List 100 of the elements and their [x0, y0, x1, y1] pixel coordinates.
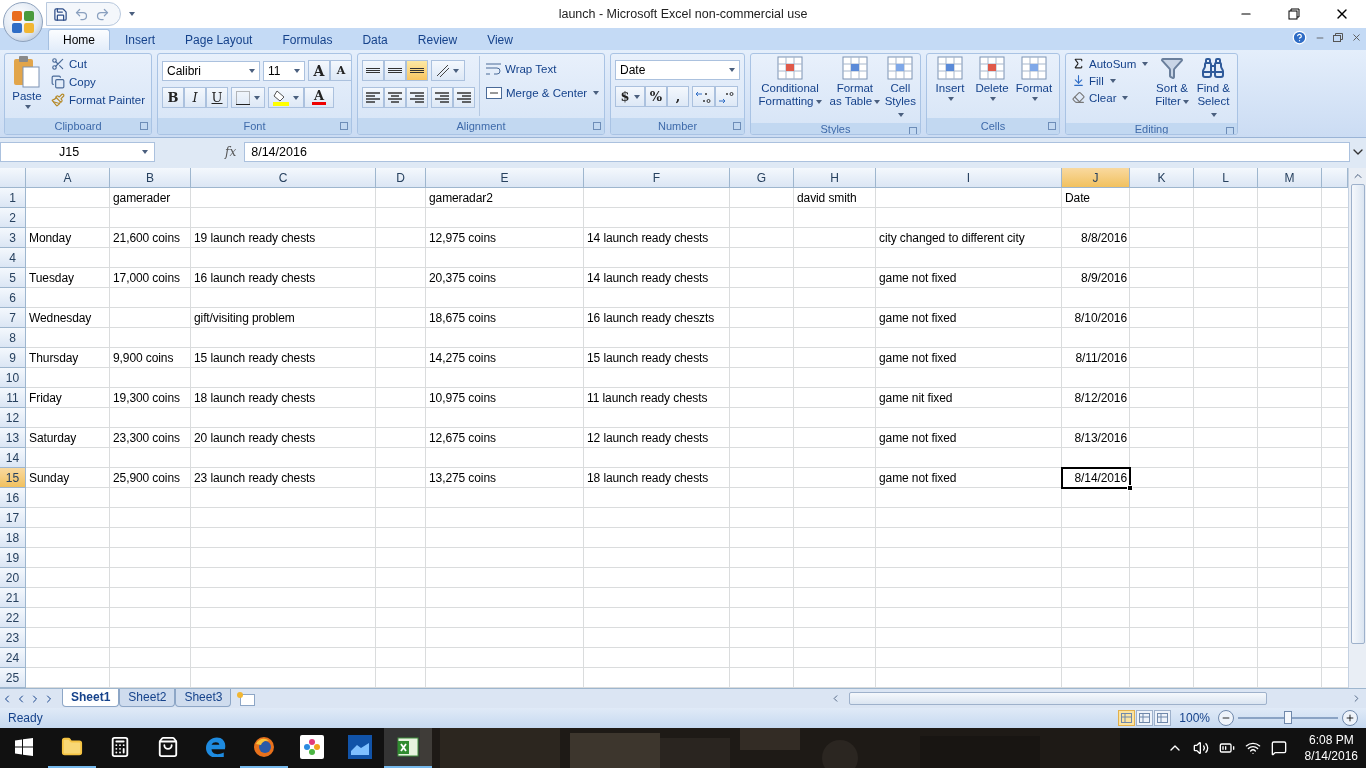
- table-cell[interactable]: 8/8/2016: [1062, 228, 1130, 248]
- bottom-align-button[interactable]: [406, 60, 428, 81]
- comma-button[interactable]: ,: [667, 86, 689, 107]
- bold-button[interactable]: B: [162, 87, 184, 108]
- increase-decimal-button[interactable]: [692, 86, 715, 107]
- zoom-in-button[interactable]: [1342, 710, 1358, 726]
- table-cell[interactable]: gameradar2: [426, 188, 584, 208]
- italic-button[interactable]: I: [184, 87, 206, 108]
- cells-button[interactable]: Insert: [931, 56, 969, 116]
- table-cell[interactable]: 12 launch ready chests: [584, 428, 730, 448]
- decrease-decimal-button[interactable]: [715, 86, 738, 107]
- page-break-view-button[interactable]: [1154, 710, 1172, 726]
- column-header[interactable]: F: [584, 168, 730, 188]
- table-cell[interactable]: 14 launch ready chests: [584, 268, 730, 288]
- row-header[interactable]: 9: [0, 348, 26, 368]
- column-header[interactable]: L: [1194, 168, 1258, 188]
- percent-button[interactable]: %: [645, 86, 667, 107]
- table-cell[interactable]: 25,900 coins: [110, 468, 191, 488]
- format-painter-button[interactable]: Format Painter: [48, 92, 147, 108]
- shrink-font-button[interactable]: A: [330, 60, 351, 81]
- column-header[interactable]: H: [794, 168, 876, 188]
- wrap-text-button[interactable]: Wrap Text: [484, 62, 602, 76]
- row-header[interactable]: 8: [0, 328, 26, 348]
- column-header[interactable]: D: [376, 168, 426, 188]
- paste-button[interactable]: Paste: [9, 56, 45, 116]
- table-cell[interactable]: 14,275 coins: [426, 348, 584, 368]
- table-cell[interactable]: game not fixed: [876, 348, 1062, 368]
- notifications-icon[interactable]: [1270, 740, 1287, 756]
- row-header[interactable]: 22: [0, 608, 26, 628]
- row-header[interactable]: 21: [0, 588, 26, 608]
- table-cell[interactable]: gift/visiting problem: [191, 308, 376, 328]
- table-cell[interactable]: game not fixed: [876, 428, 1062, 448]
- column-header[interactable]: M: [1258, 168, 1322, 188]
- save-icon[interactable]: [53, 6, 68, 22]
- borders-button[interactable]: [231, 87, 265, 108]
- number-format-field[interactable]: Date: [615, 60, 740, 80]
- ribbon-tab[interactable]: Data: [347, 29, 403, 50]
- table-cell[interactable]: Sunday: [26, 468, 110, 488]
- row-header[interactable]: 17: [0, 508, 26, 528]
- table-cell[interactable]: 18 launch ready chests: [191, 388, 376, 408]
- row-header[interactable]: 16: [0, 488, 26, 508]
- copy-button[interactable]: Copy: [48, 74, 147, 90]
- insert-function-label[interactable]: fx: [225, 145, 237, 159]
- align-left-button[interactable]: [362, 87, 384, 108]
- fill-button[interactable]: Fill: [1070, 73, 1151, 88]
- sheet-tab[interactable]: Sheet1: [62, 688, 120, 707]
- row-header[interactable]: 19: [0, 548, 26, 568]
- font-size-field[interactable]: 11: [263, 60, 305, 81]
- office-button[interactable]: [3, 2, 43, 42]
- top-align-button[interactable]: [362, 60, 384, 81]
- font-color-button[interactable]: A: [304, 87, 334, 108]
- middle-align-button[interactable]: [384, 60, 406, 81]
- table-cell[interactable]: game not fixed: [876, 308, 1062, 328]
- fill-color-button[interactable]: [268, 87, 304, 108]
- table-cell[interactable]: Thursday: [26, 348, 110, 368]
- ribbon-tab[interactable]: View: [472, 29, 528, 50]
- table-cell[interactable]: Saturday: [26, 428, 110, 448]
- align-right-button[interactable]: [406, 87, 428, 108]
- table-cell[interactable]: 8/12/2016: [1062, 388, 1130, 408]
- ribbon-tab[interactable]: Formulas: [267, 29, 348, 50]
- table-cell[interactable]: 9,900 coins: [110, 348, 191, 368]
- table-cell[interactable]: 8/11/2016: [1062, 348, 1130, 368]
- sheet-tab[interactable]: Sheet3: [175, 688, 232, 707]
- normal-view-button[interactable]: [1118, 710, 1136, 726]
- find-select-button[interactable]: Find & Select: [1193, 56, 1233, 121]
- cells-button[interactable]: Delete: [973, 56, 1011, 116]
- table-cell[interactable]: 12,975 coins: [426, 228, 584, 248]
- ribbon-tab[interactable]: Insert: [110, 29, 171, 50]
- table-cell[interactable]: Date: [1062, 188, 1130, 208]
- table-cell[interactable]: Wednesday: [26, 308, 110, 328]
- increase-indent-button[interactable]: [453, 87, 475, 108]
- table-cell[interactable]: game nit fixed: [876, 388, 1062, 408]
- table-cell[interactable]: david smith: [794, 188, 876, 208]
- battery-icon[interactable]: [1218, 740, 1235, 756]
- row-header[interactable]: 3: [0, 228, 26, 248]
- vertical-scrollbar[interactable]: [1348, 168, 1366, 688]
- table-cell[interactable]: 8/10/2016: [1062, 308, 1130, 328]
- row-header[interactable]: 15: [0, 468, 26, 488]
- table-cell[interactable]: 18 launch ready chests: [584, 468, 730, 488]
- table-cell[interactable]: 13,275 coins: [426, 468, 584, 488]
- ribbon-tab[interactable]: Review: [402, 29, 473, 50]
- grow-font-button[interactable]: A: [308, 60, 330, 81]
- restore-icon[interactable]: [1333, 33, 1343, 42]
- cut-button[interactable]: Cut: [48, 56, 147, 72]
- merge-center-button[interactable]: Merge & Center: [484, 86, 602, 100]
- clock[interactable]: 6:08 PM 8/14/2016: [1304, 732, 1358, 764]
- table-cell[interactable]: 21,600 coins: [110, 228, 191, 248]
- zoom-slider-thumb[interactable]: [1284, 711, 1292, 724]
- column-header[interactable]: B: [110, 168, 191, 188]
- table-cell[interactable]: 8/13/2016: [1062, 428, 1130, 448]
- table-cell[interactable]: 23 launch ready chests: [191, 468, 376, 488]
- ribbon-tab[interactable]: Home: [48, 29, 110, 50]
- sheet-tab[interactable]: Sheet2: [119, 688, 176, 707]
- row-header[interactable]: 25: [0, 668, 26, 688]
- currency-button[interactable]: $: [615, 86, 645, 107]
- table-cell[interactable]: Monday: [26, 228, 110, 248]
- column-header[interactable]: G: [730, 168, 794, 188]
- table-cell[interactable]: 8/9/2016: [1062, 268, 1130, 288]
- decrease-indent-button[interactable]: [431, 87, 453, 108]
- orientation-button[interactable]: [431, 60, 465, 81]
